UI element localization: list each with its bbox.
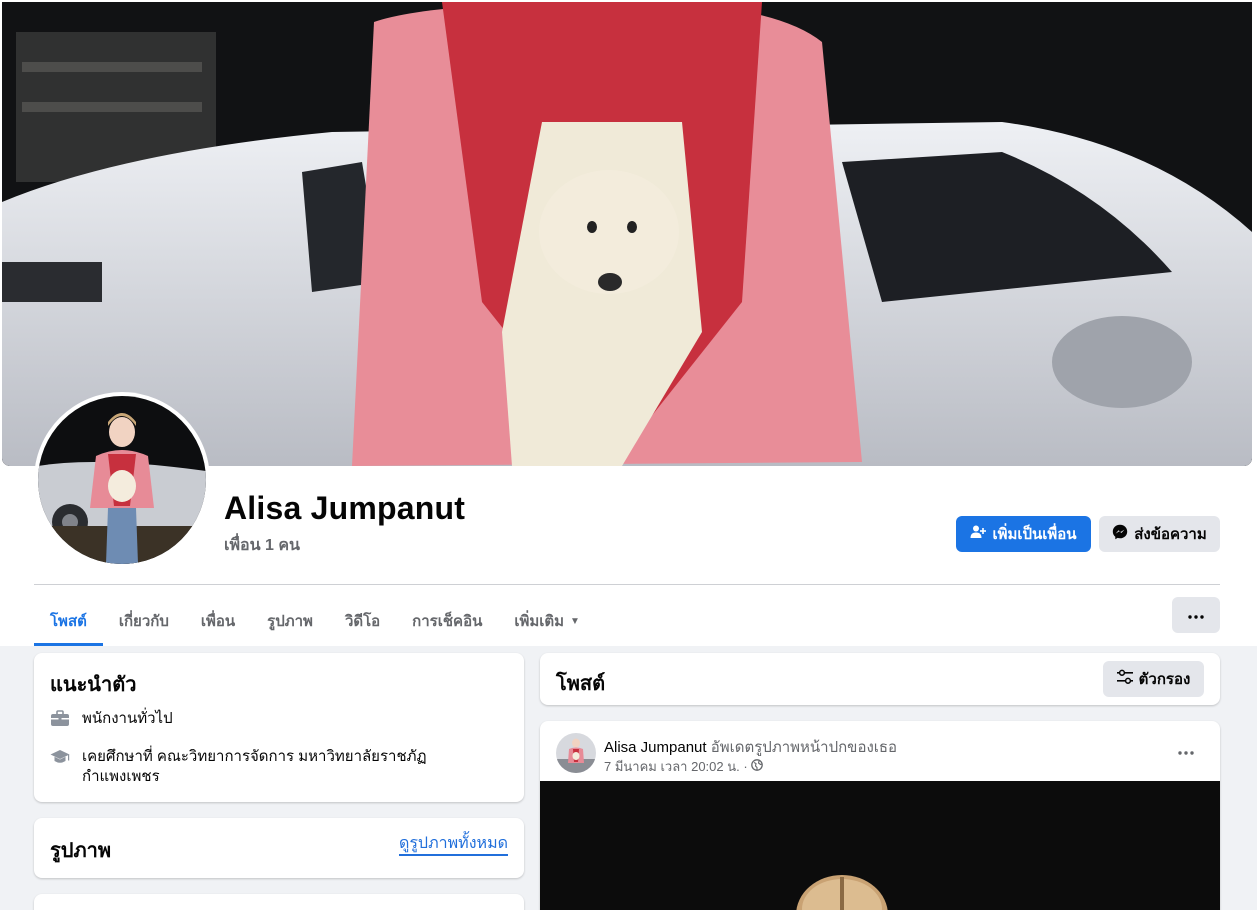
post-card: Alisa Jumpanut อัพเดตรูปภาพหน้าปกของเธอ …	[540, 721, 1220, 910]
profile-avatar[interactable]	[34, 392, 210, 568]
intro-card: แนะนำตัว พนักงานทั่วไป เคยศึกษาที่ คณะวิ…	[34, 653, 524, 802]
more-dots-icon	[1178, 742, 1194, 760]
post-image[interactable]	[540, 781, 1220, 910]
add-friend-button[interactable]: เพิ่มเป็นเพื่อน	[956, 516, 1091, 552]
globe-icon[interactable]	[750, 759, 763, 774]
tab-posts[interactable]: โพสต์	[34, 596, 103, 646]
tab-videos[interactable]: วิดีโอ	[329, 596, 396, 646]
posts-title: โพสต์	[556, 673, 606, 695]
tab-photos[interactable]: รูปภาพ	[251, 596, 329, 646]
see-all-photos-link[interactable]: ดูรูปภาพทั้งหมด	[398, 835, 508, 856]
tab-about[interactable]: เกี่ยวกับ	[103, 596, 185, 646]
cover-photo[interactable]	[2, 2, 1252, 466]
post-meta: 7 มีนาคม เวลา 20:02 น. ·	[604, 756, 763, 777]
profile-more-button[interactable]	[1172, 597, 1220, 633]
filter-sliders-icon	[1116, 669, 1133, 689]
tab-more[interactable]: เพิ่มเติม ▼	[498, 596, 596, 646]
header-divider	[34, 584, 1220, 585]
tab-friends[interactable]: เพื่อน	[185, 596, 251, 646]
photos-card: รูปภาพ ดูรูปภาพทั้งหมด	[34, 818, 524, 878]
caret-down-icon: ▼	[570, 615, 580, 627]
post-author-avatar[interactable]	[556, 733, 596, 773]
graduation-cap-icon	[50, 747, 70, 767]
intro-work-text: พนักงานทั่วไป	[82, 710, 173, 727]
filter-button[interactable]: ตัวกรอง	[1103, 661, 1204, 697]
post-timestamp[interactable]: 7 มีนาคม เวลา 20:02 น. ·	[604, 756, 748, 777]
message-label: ส่งข้อความ	[1134, 526, 1207, 543]
profile-tabs: โพสต์ เกี่ยวกับ เพื่อน รูปภาพ วิดีโอ การ…	[34, 596, 596, 646]
profile-header: Alisa Jumpanut เพื่อน 1 คน เพิ่มเป็นเพื่…	[0, 0, 1257, 646]
intro-education-row: เคยศึกษาที่ คณะวิทยาการจัดการ มหาวิทยาลั…	[50, 747, 470, 787]
friends-card	[34, 894, 524, 910]
more-dots-icon	[1188, 606, 1204, 624]
post-action-text: อัพเดตรูปภาพหน้าปกของเธอ	[710, 739, 898, 756]
add-friend-label: เพิ่มเป็นเพื่อน	[992, 526, 1077, 543]
person-plus-icon	[970, 524, 987, 544]
photos-title: รูปภาพ	[50, 840, 112, 862]
post-author-name[interactable]: Alisa Jumpanut	[604, 739, 707, 756]
tab-checkins[interactable]: การเช็คอิน	[396, 596, 498, 646]
message-button[interactable]: ส่งข้อความ	[1099, 516, 1220, 552]
intro-education-text: เคยศึกษาที่ คณะวิทยาการจัดการ มหาวิทยาลั…	[82, 748, 427, 785]
posts-header-card: โพสต์ ตัวกรอง	[540, 653, 1220, 705]
briefcase-icon	[50, 709, 70, 729]
post-options-button[interactable]	[1172, 741, 1200, 761]
friends-count[interactable]: เพื่อน 1 คน	[224, 533, 300, 558]
messenger-icon	[1112, 524, 1128, 544]
intro-title: แนะนำตัว	[50, 674, 137, 696]
filter-label: ตัวกรอง	[1138, 671, 1191, 688]
intro-work-row: พนักงานทั่วไป	[50, 709, 173, 729]
profile-name: Alisa Jumpanut	[224, 490, 466, 526]
